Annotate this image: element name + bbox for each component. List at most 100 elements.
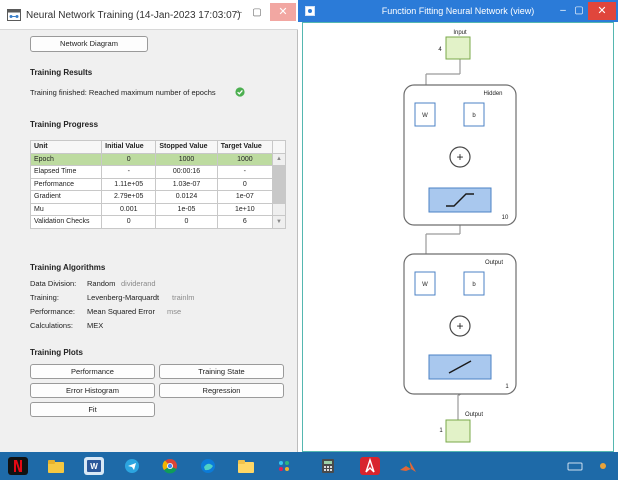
table-cell: 0 <box>101 152 157 166</box>
table-row: Epoch 0 1000 1000 ▲ <box>29 152 286 166</box>
performance-plot-button[interactable]: Performance <box>30 364 155 379</box>
output-layer-label: Output <box>485 260 503 266</box>
table-header-row: Unit Initial Value Stopped Value Target … <box>29 140 286 154</box>
maximize-button[interactable]: ▢ <box>250 5 264 21</box>
network-diagram-button[interactable]: Network Diagram <box>30 36 148 52</box>
table-cell: 1e+10 <box>216 202 274 216</box>
column-header: Stopped Value <box>155 140 218 154</box>
taskbar: W <box>0 452 618 480</box>
error-histogram-plot-button[interactable]: Error Histogram <box>30 383 155 398</box>
table-cell: 00:00:16 <box>155 165 218 179</box>
algorithm-function-link[interactable]: dividerand <box>121 279 156 288</box>
input-label: Input <box>453 30 467 36</box>
table-cell: 6 <box>216 215 274 229</box>
column-header: Target Value <box>216 140 274 154</box>
algorithm-label: Calculations: <box>30 321 73 330</box>
matlab-icon[interactable] <box>398 457 418 475</box>
scroll-up-icon[interactable]: ▲ <box>272 152 286 166</box>
table-cell: Gradient <box>29 190 103 204</box>
telegram-icon[interactable] <box>122 457 142 475</box>
svg-text:W: W <box>90 462 98 471</box>
edge-icon[interactable] <box>198 457 218 475</box>
close-button[interactable]: ✕ <box>270 3 296 21</box>
acrobat-icon[interactable] <box>360 457 380 475</box>
checkmark-icon <box>235 87 245 97</box>
table-cell: 0 <box>155 215 218 229</box>
slack-icon[interactable] <box>274 457 294 475</box>
scroll-thumb[interactable] <box>272 190 286 204</box>
training-state-plot-button[interactable]: Training State <box>159 364 284 379</box>
network-view-window: Function Fitting Neural Network (view) –… <box>298 0 618 452</box>
table-cell: Elapsed Time <box>29 165 103 179</box>
input-size: 4 <box>438 47 442 53</box>
training-window-title: Neural Network Training (14-Jan-2023 17:… <box>26 10 241 21</box>
file-explorer-icon[interactable] <box>46 457 66 475</box>
netflix-icon[interactable] <box>8 457 28 475</box>
table-cell: Epoch <box>29 152 103 166</box>
notification-icon[interactable] <box>594 457 612 475</box>
algorithm-value: Random <box>87 279 116 288</box>
algorithm-value: Levenberg-Marquardt <box>87 293 160 302</box>
algorithm-function-link[interactable]: trainlm <box>172 293 195 302</box>
neural-network-app-icon <box>7 9 21 21</box>
scroll-track[interactable] <box>272 202 286 216</box>
word-icon[interactable]: W <box>84 457 104 475</box>
output-node-box <box>445 419 471 443</box>
table-cell: 0 <box>101 215 157 229</box>
keyboard-icon[interactable] <box>566 457 584 475</box>
output-size: 1 <box>439 428 443 434</box>
table-cell: 0.001 <box>101 202 157 216</box>
column-header: Unit <box>29 140 103 154</box>
table-cell: 1.11e+05 <box>101 177 157 191</box>
input-node[interactable]: Input 4 <box>438 30 471 60</box>
table-scrollbar[interactable] <box>272 140 286 154</box>
table-cell: 1e-07 <box>216 190 274 204</box>
training-progress-heading: Training Progress <box>30 120 99 129</box>
hidden-layer-size: 10 <box>502 215 509 221</box>
hidden-layer[interactable]: Hidden W b + 10 <box>403 84 517 226</box>
table-row: Gradient 2.79e+05 0.0124 1e-07 <box>29 190 286 204</box>
table-cell: Validation Checks <box>29 215 103 229</box>
output-label: Output <box>465 412 483 418</box>
table-cell: 1e-05 <box>155 202 218 216</box>
hidden-weight-label: W <box>422 113 428 119</box>
algorithm-value: Mean Squared Error <box>87 307 155 316</box>
training-window-titlebar[interactable]: Neural Network Training (14-Jan-2023 17:… <box>0 0 298 30</box>
table-row: Mu 0.001 1e-05 1e+10 <box>29 202 286 216</box>
regression-plot-button[interactable]: Regression <box>159 383 284 398</box>
table-cell: 1000 <box>216 152 274 166</box>
output-layer[interactable]: Output W b + 1 <box>403 253 517 395</box>
minimize-button[interactable]: – <box>232 5 246 21</box>
output-sum-symbol: + <box>456 319 463 333</box>
algorithm-label: Training: <box>30 293 59 302</box>
table-row: Elapsed Time - 00:00:16 - <box>29 165 286 179</box>
network-diagram: Input 4 Hidden W b + 10 Output W b + 1 O… <box>403 30 517 443</box>
output-node[interactable]: Output 1 <box>439 412 483 443</box>
calculator-icon[interactable] <box>318 457 338 475</box>
table-cell: 1000 <box>155 152 218 166</box>
fit-plot-button[interactable]: Fit <box>30 402 155 417</box>
table-cell: 1.03e-07 <box>155 177 218 191</box>
folder-icon[interactable] <box>236 457 256 475</box>
training-window: Neural Network Training (14-Jan-2023 17:… <box>0 0 298 452</box>
table-cell: - <box>216 165 274 179</box>
training-algorithms-heading: Training Algorithms <box>30 263 106 272</box>
training-progress-table: Unit Initial Value Stopped Value Target … <box>29 140 286 229</box>
hidden-sum-symbol: + <box>456 150 463 164</box>
algorithm-function-link[interactable]: mse <box>167 307 181 316</box>
scroll-thumb[interactable] <box>272 165 286 179</box>
scroll-thumb[interactable] <box>272 177 286 191</box>
training-results-heading: Training Results <box>30 68 93 77</box>
training-plots-heading: Training Plots <box>30 348 83 357</box>
table-cell: 0 <box>216 177 274 191</box>
algorithm-value: MEX <box>87 321 104 330</box>
input-node-box <box>445 36 471 60</box>
chrome-icon[interactable] <box>160 457 180 475</box>
table-row: Performance 1.11e+05 1.03e-07 0 <box>29 177 286 191</box>
training-status-text: Training finished: Reached maximum numbe… <box>30 88 216 97</box>
hidden-layer-label: Hidden <box>483 91 502 97</box>
algorithm-label: Performance: <box>30 307 76 316</box>
scroll-down-icon[interactable]: ▼ <box>272 215 286 229</box>
table-cell: Performance <box>29 177 103 191</box>
table-cell: Mu <box>29 202 103 216</box>
